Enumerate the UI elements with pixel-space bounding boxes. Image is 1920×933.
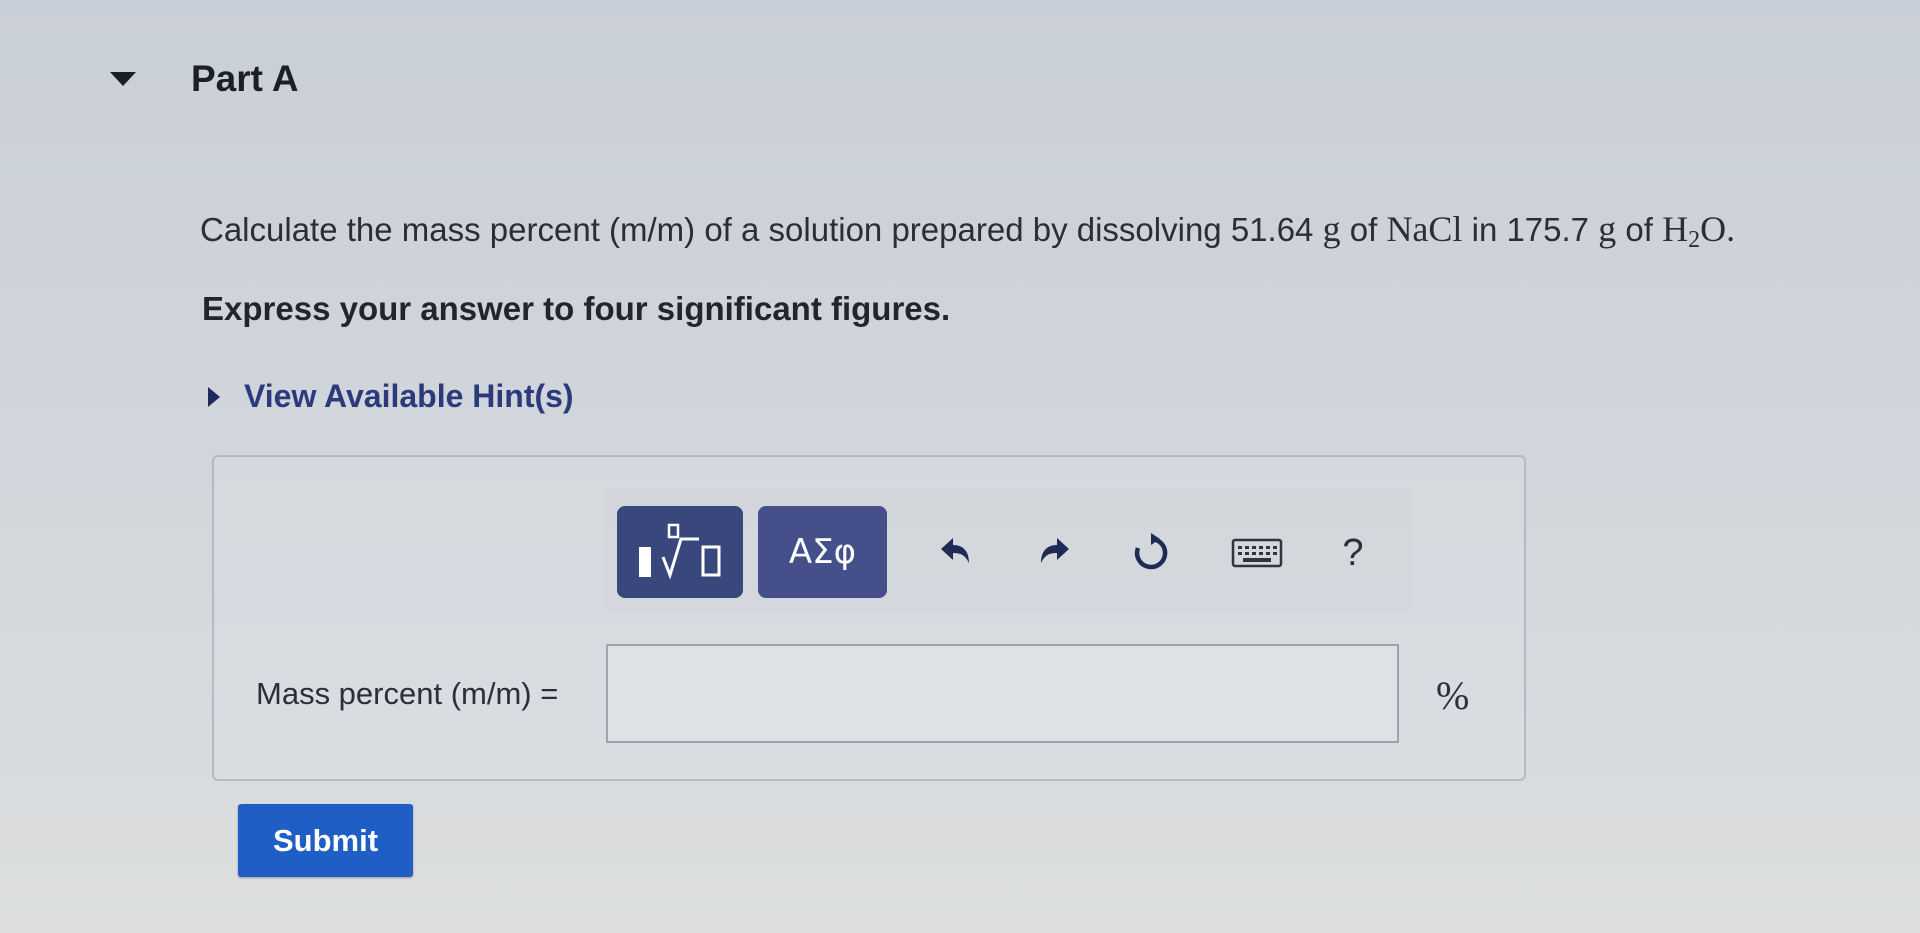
part-title: Part A: [191, 58, 299, 99]
undo-button[interactable]: [932, 530, 978, 576]
reset-icon: [1134, 533, 1168, 570]
solvent-formula: H2O.: [1662, 209, 1736, 253]
greek-symbols-button[interactable]: ΑΣφ: [758, 506, 887, 598]
collapse-caret-icon[interactable]: [110, 72, 136, 86]
instruction-text: Express your answer to four significant …: [202, 290, 951, 327]
submit-button[interactable]: Submit: [238, 804, 413, 877]
part-header[interactable]: Part A: [110, 58, 299, 100]
question-prefix: Calculate the mass percent (m/m) of a so…: [200, 211, 1323, 248]
unit-g-2: g: [1598, 209, 1617, 249]
help-icon: ?: [1342, 531, 1364, 574]
answer-label: Mass percent (m/m) =: [256, 676, 559, 711]
redo-icon: [1041, 538, 1069, 563]
question-of-1: of: [1340, 211, 1387, 248]
answer-unit: %: [1436, 673, 1470, 718]
question-of-2: of: [1616, 211, 1663, 248]
solvent-subscript: 2: [1688, 227, 1701, 253]
answer-input[interactable]: [606, 644, 1399, 743]
keyboard-icon: [1231, 538, 1283, 568]
templates-icon: [639, 523, 721, 580]
view-hints-label: View Available Hint(s): [244, 378, 574, 414]
undo-icon: [941, 538, 969, 563]
solvent-o: O.: [1700, 209, 1736, 249]
help-button[interactable]: ?: [1330, 530, 1376, 576]
solute-formula: NaCl: [1386, 209, 1463, 249]
reset-button[interactable]: [1128, 530, 1174, 576]
expand-caret-icon: [208, 386, 220, 407]
redo-button[interactable]: [1032, 530, 1078, 576]
templates-button[interactable]: [617, 506, 743, 598]
unit-g-1: g: [1322, 209, 1341, 249]
question-in: in 175.7: [1462, 211, 1599, 248]
solvent-h: H: [1662, 209, 1689, 249]
question-text: Calculate the mass percent (m/m) of a so…: [200, 208, 1735, 254]
keyboard-button[interactable]: [1230, 530, 1284, 576]
view-hints-link[interactable]: View Available Hint(s): [208, 378, 574, 415]
